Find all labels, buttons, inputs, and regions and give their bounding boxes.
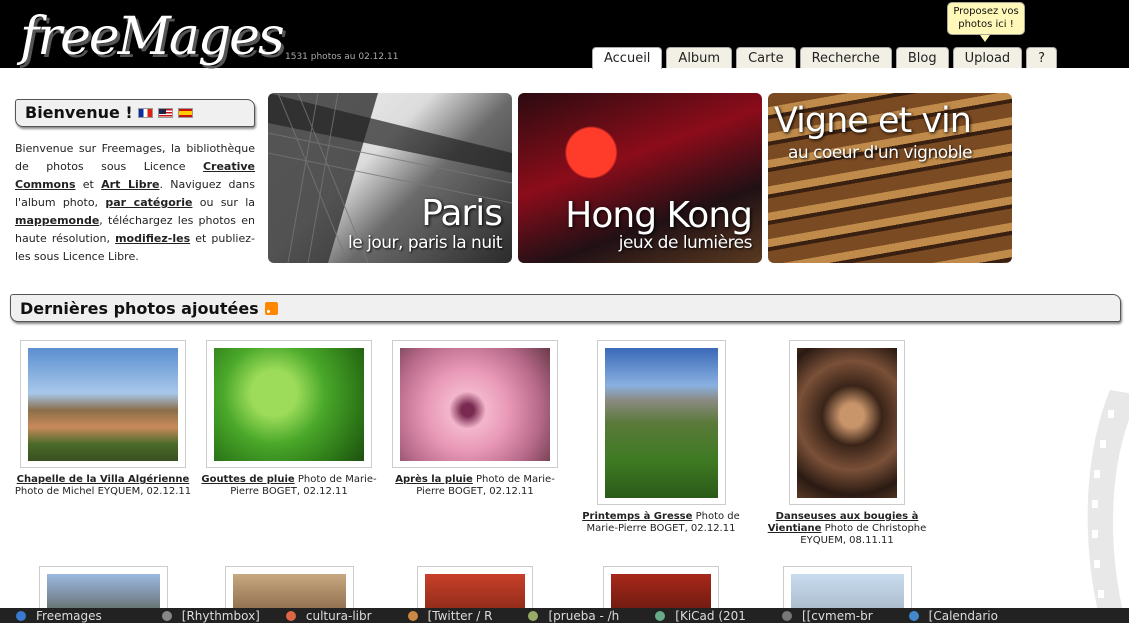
- photo-caption-chapelle: Chapelle de la Villa Algérienne Photo de …: [14, 474, 192, 498]
- photo-apres-pluie-image: [400, 348, 550, 461]
- banner-vigne-subtitle: au coeur d'un vignoble: [788, 143, 973, 163]
- photo-thumb-printemps[interactable]: [597, 340, 726, 505]
- tab-recherche[interactable]: Recherche: [799, 47, 892, 68]
- window-icon: [781, 610, 792, 621]
- rhythmbox-icon: [161, 610, 172, 621]
- photo-caption-printemps: Printemps à Gresse Photo de Marie-Pierre…: [574, 511, 748, 535]
- page: freeMages 1531 photos au 02.12.11 Accuei…: [0, 0, 1129, 623]
- film-strip-decoration: [1087, 390, 1129, 620]
- us-flag-icon[interactable]: [157, 108, 173, 118]
- photo-caption-apres-pluie: Après la pluie Photo de Marie-Pierre BOG…: [386, 474, 564, 498]
- banner-hk-title: Hong Kong: [565, 195, 753, 236]
- taskbar-item-prueba[interactable]: [prueba - /h: [492, 608, 619, 623]
- banner-paris[interactable]: Paris le jour, paris la nuit: [268, 93, 512, 263]
- photo-thumb-chapelle[interactable]: [20, 340, 186, 468]
- document-icon: [285, 610, 296, 621]
- main-nav: Accueil Album Carte Recherche Blog Uploa…: [592, 47, 1061, 69]
- es-flag-icon[interactable]: [177, 108, 193, 118]
- photo-thumb-gouttes[interactable]: [206, 340, 372, 468]
- taskbar-label-cultura: cultura-libr: [305, 608, 372, 623]
- latest-photos-heading: Dernières photos ajoutées: [10, 294, 1121, 322]
- tab-help[interactable]: ?: [1026, 47, 1058, 68]
- tab-accueil[interactable]: Accueil: [592, 47, 663, 69]
- intro-text-2: et: [75, 178, 102, 191]
- tab-blog[interactable]: Blog: [895, 47, 949, 68]
- calendar-icon: [908, 610, 919, 621]
- taskbar-item-calendario[interactable]: [Calendario: [873, 608, 998, 623]
- welcome-title: Bienvenue !: [25, 103, 133, 122]
- kicad-icon: [655, 610, 666, 621]
- photo-title-apres-pluie[interactable]: Après la pluie: [395, 474, 473, 485]
- photo-title-gouttes[interactable]: Gouttes de pluie: [201, 474, 294, 485]
- taskbar-item-twitter[interactable]: [Twitter / R: [372, 608, 493, 623]
- banner-hong-kong[interactable]: Hong Kong jeux de lumières: [518, 93, 762, 263]
- banner-vigne-vin[interactable]: Vigne et vin au coeur d'un vignoble: [768, 93, 1012, 263]
- welcome-text: Bienvenue sur Freemages, la bibliothèque…: [15, 140, 255, 266]
- photo-gouttes-image: [214, 348, 364, 461]
- taskbar-label-cvmem: [[cvmem-br: [801, 608, 873, 623]
- photo-caption-danseuses: Danseuses aux bougies à Vientiane Photo …: [756, 511, 938, 547]
- latest-title: Dernières photos ajoutées: [20, 299, 259, 318]
- welcome-heading: Bienvenue !: [15, 99, 255, 127]
- taskbar-item-cvmem[interactable]: [[cvmem-br: [746, 608, 873, 623]
- link-modifiez-les[interactable]: modifiez-les: [115, 232, 190, 245]
- os-taskbar: Freemages [Rhythmbox] cultura-libr [Twit…: [0, 608, 1129, 623]
- terminal-icon: [528, 610, 539, 621]
- photo-printemps-image: [605, 348, 718, 498]
- taskbar-label-kicad: [KiCad (201: [675, 608, 746, 623]
- link-art-libre[interactable]: Art Libre: [101, 178, 159, 191]
- photo-thumb-danseuses[interactable]: [789, 340, 905, 505]
- site-logo[interactable]: freeMages: [20, 6, 285, 68]
- firefox-icon: [16, 610, 26, 621]
- photo-credit-chapelle: Photo de Michel EYQUEM, 02.12.11: [14, 486, 192, 497]
- intro-text-4: ou sur la: [192, 196, 256, 209]
- link-mappemonde[interactable]: mappemonde: [15, 214, 99, 227]
- photo-title-chapelle[interactable]: Chapelle de la Villa Algérienne: [17, 474, 190, 485]
- taskbar-item-freemages[interactable]: Freemages: [0, 608, 102, 623]
- taskbar-item-rhythmbox[interactable]: [Rhythmbox]: [102, 608, 260, 623]
- taskbar-item-kicad[interactable]: [KiCad (201: [619, 608, 746, 623]
- tab-upload[interactable]: Upload: [952, 47, 1023, 68]
- fr-flag-icon[interactable]: [137, 108, 153, 118]
- taskbar-label-rhythmbox: [Rhythmbox]: [181, 608, 260, 623]
- tab-album[interactable]: Album: [666, 47, 733, 68]
- taskbar-label-prueba: [prueba - /h: [548, 608, 620, 623]
- taskbar-label-calendario: [Calendario: [928, 608, 998, 623]
- link-par-categorie[interactable]: par catégorie: [105, 196, 192, 209]
- tab-carte[interactable]: Carte: [736, 47, 796, 68]
- photo-danseuses-image: [797, 348, 897, 498]
- banner-vigne-title: Vigne et vin: [774, 101, 972, 141]
- banner-hk-subtitle: jeux de lumières: [618, 233, 753, 253]
- photo-count: 1531 photos au 02.12.11: [285, 52, 399, 62]
- photo-title-printemps[interactable]: Printemps à Gresse: [582, 511, 692, 522]
- rss-icon[interactable]: [264, 302, 278, 315]
- photo-thumb-apres-pluie[interactable]: [392, 340, 558, 468]
- taskbar-label-twitter: [Twitter / R: [427, 608, 493, 623]
- tooltip-tail: [980, 35, 990, 42]
- upload-tooltip: Proposez vos photos ici !: [947, 2, 1025, 35]
- browser-icon: [407, 610, 418, 621]
- photo-chapelle-image: [28, 348, 178, 461]
- banner-paris-subtitle: le jour, paris la nuit: [348, 233, 502, 253]
- taskbar-item-cultura[interactable]: cultura-libr: [260, 608, 372, 623]
- banner-paris-title: Paris: [421, 193, 503, 234]
- photo-caption-gouttes: Gouttes de pluie Photo de Marie-Pierre B…: [200, 474, 378, 498]
- taskbar-label-freemages: Freemages: [36, 608, 102, 623]
